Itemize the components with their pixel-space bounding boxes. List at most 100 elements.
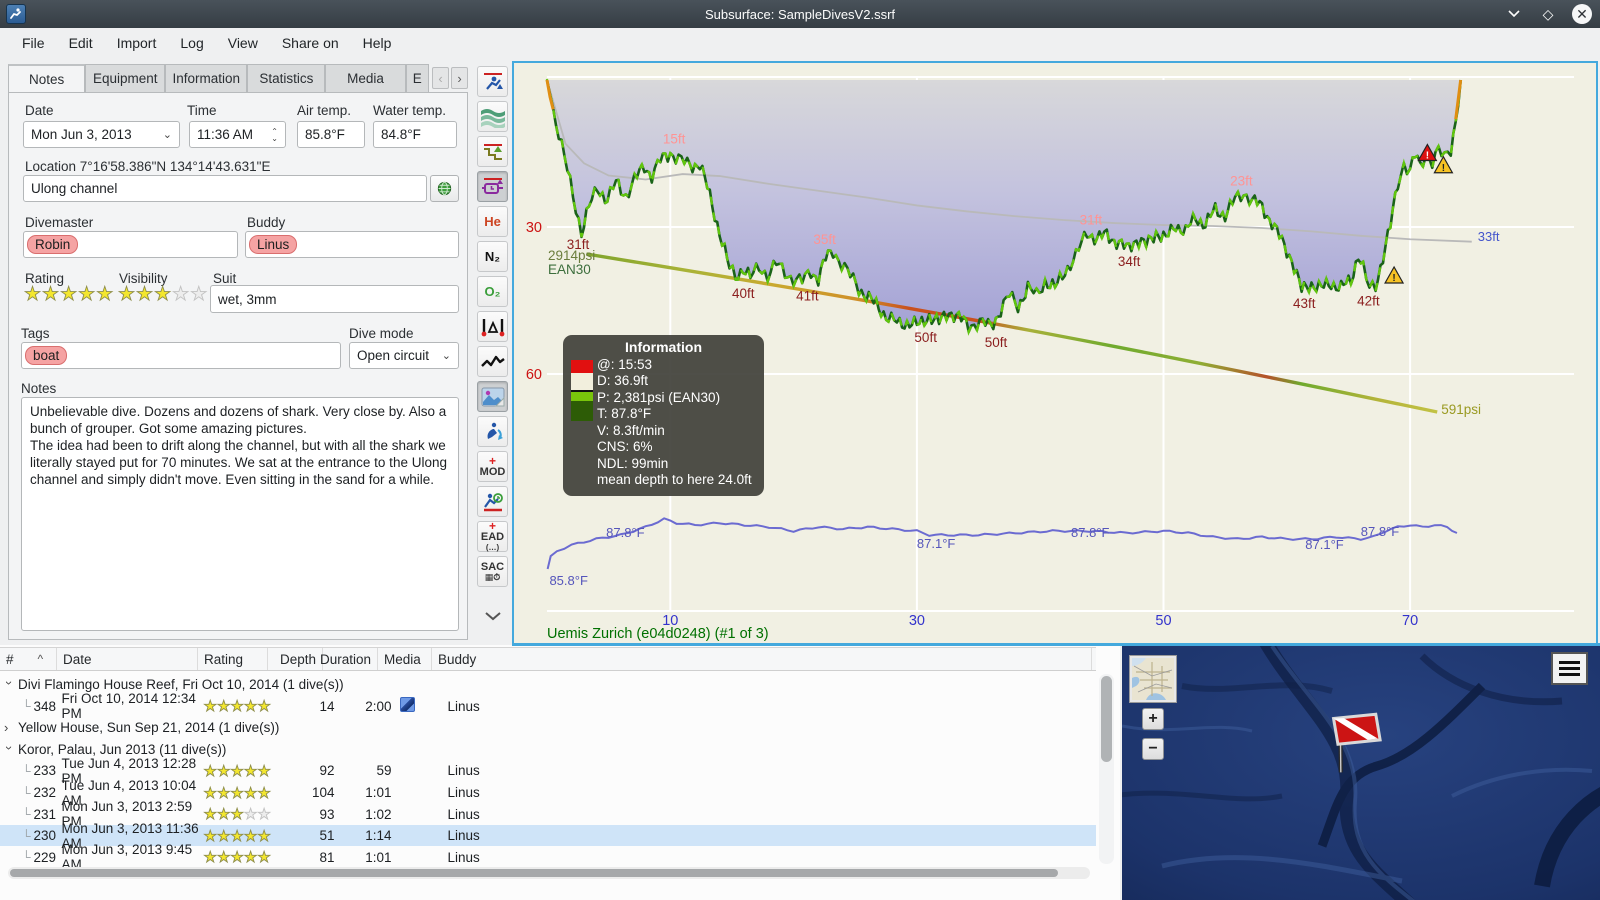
tag-chip[interactable]: boat: [25, 346, 68, 365]
toolbar-button-sac-rate[interactable]: SAC ▦⏱: [477, 556, 508, 587]
location-input[interactable]: Ulong channel: [23, 175, 427, 202]
dive-site-map[interactable]: + −: [1122, 646, 1600, 900]
expand-arrow-icon[interactable]: ›: [4, 720, 14, 735]
tab-information[interactable]: Information: [165, 64, 248, 92]
suit-input[interactable]: wet, 3mm: [210, 285, 459, 313]
infobox-row: P: 2,381psi (EAN30): [597, 389, 721, 405]
star-filled-icon: ★: [96, 284, 115, 306]
map-menu-button[interactable]: [1551, 652, 1588, 685]
column-header-buddy[interactable]: Buddy: [432, 648, 1092, 670]
notes-label: Notes: [21, 381, 57, 396]
sac-rate-icon: SAC ▦⏱: [480, 560, 505, 582]
menu-share-on[interactable]: Share on: [270, 31, 351, 55]
chevron-down-icon: [484, 612, 501, 621]
dive-row[interactable]: └ 348 Fri Oct 10, 2014 12:34 PM ★★★★★ 14 2:00…: [0, 691, 1096, 721]
subsurface-window: Subsurface: SampleDivesV2.ssrf ◇ ✕ File E…: [0, 0, 1600, 900]
time-label: Time: [187, 103, 217, 118]
column-header-num[interactable]: # ^: [0, 648, 57, 670]
column-header-rating[interactable]: Rating: [198, 648, 268, 670]
collapse-arrow-icon[interactable]: ›: [2, 681, 17, 691]
star-filled-icon: ★: [257, 762, 271, 780]
menu-edit[interactable]: Edit: [57, 31, 105, 55]
divemaster-chip[interactable]: Robin: [27, 235, 79, 254]
menu-log[interactable]: Log: [168, 31, 215, 55]
scrollbar-thumb[interactable]: [10, 869, 1058, 877]
map-zoom-in-button[interactable]: +: [1142, 708, 1164, 730]
menu-file[interactable]: File: [10, 31, 57, 55]
map-overview-thumbnail[interactable]: [1129, 655, 1177, 703]
divemaster-input[interactable]: Robin: [23, 231, 238, 258]
toolbar-button-heart-rate[interactable]: [477, 346, 508, 377]
star-empty-icon: ★: [190, 284, 209, 306]
tank-bar-icon: [481, 177, 503, 194]
menu-help[interactable]: Help: [351, 31, 404, 55]
column-header-media[interactable]: Media: [378, 648, 432, 670]
collapse-arrow-icon[interactable]: ›: [2, 746, 17, 756]
toolbar-button-oxygen-graph[interactable]: O₂: [477, 276, 508, 307]
toolbar-button-ascent-rate[interactable]: [477, 66, 508, 97]
maximize-button[interactable]: ◇: [1538, 4, 1558, 24]
toolbar-button-calculated-ceiling[interactable]: [477, 136, 508, 167]
dive-duration: 59: [376, 763, 392, 779]
rating-stars[interactable]: ★ ★ ★ ★ ★: [24, 283, 114, 306]
watertemp-field[interactable]: 84.8°F: [373, 121, 457, 148]
tab-scroll-left-button[interactable]: ‹: [432, 67, 450, 89]
location-globe-button[interactable]: [430, 175, 459, 202]
minimize-button[interactable]: [1504, 4, 1524, 24]
buddy-chip[interactable]: Linus: [249, 235, 298, 254]
toolbar-button-ruler[interactable]: [477, 311, 508, 342]
menu-import[interactable]: Import: [105, 31, 169, 55]
visibility-stars[interactable]: ★ ★ ★ ★ ★: [118, 283, 208, 306]
dive-number: 233: [33, 763, 57, 779]
airtemp-field[interactable]: 85.8°F: [297, 121, 365, 148]
column-header-date[interactable]: Date: [57, 648, 198, 670]
svg-text:591psi: 591psi: [1441, 402, 1481, 417]
tags-input[interactable]: boat: [21, 342, 341, 369]
dive-row[interactable]: └ 229 Mon Jun 3, 2013 9:45 AM ★★★★★ 81 1:01 Li…: [0, 842, 1096, 872]
svg-text:33ft: 33ft: [1478, 229, 1500, 244]
dive-list-vertical-scrollbar[interactable]: [1099, 674, 1114, 864]
toolbar-button-helium-graph[interactable]: He: [477, 206, 508, 237]
scrollbar-thumb[interactable]: [1101, 676, 1112, 762]
column-header-depth[interactable]: Depth: [268, 648, 323, 670]
profile-information-box: Information @: 15:53 D: 36.9ft P: 2,381psi…: [563, 335, 764, 496]
buddy-input[interactable]: Linus: [245, 231, 459, 258]
column-header-duration[interactable]: Duration: [320, 648, 378, 670]
toolbar-button-mod[interactable]: + MOD: [477, 451, 508, 482]
tab-scroll-right-button[interactable]: ›: [451, 67, 469, 89]
toolbar-button-gas-switch[interactable]: [477, 416, 508, 447]
spinner-arrows-icon[interactable]: ⌃ ⌄: [271, 127, 278, 142]
divemode-combobox[interactable]: Open circuit ⌄: [349, 342, 459, 369]
trip-row[interactable]: › Yellow House, Sun Sep 21, 2014 (1 dive(…: [0, 717, 1096, 738]
toolbar-button-waves[interactable]: [477, 101, 508, 132]
globe-icon: [437, 181, 452, 196]
tab-equipment[interactable]: Equipment: [85, 64, 166, 92]
toolbar-button-dc-ceiling[interactable]: [477, 486, 508, 517]
dive-list-horizontal-scrollbar[interactable]: [8, 867, 1090, 879]
toolbar-button-photos[interactable]: [477, 381, 508, 412]
map-canvas[interactable]: [1122, 646, 1600, 900]
tab-e[interactable]: E: [405, 64, 430, 92]
time-spinbox[interactable]: 11:36 AM ⌃ ⌄: [189, 121, 286, 148]
notes-textarea[interactable]: [21, 397, 459, 631]
svg-text:2914psi: 2914psi: [548, 248, 595, 263]
helium-graph-icon: He: [484, 213, 501, 229]
dive-duration: 1:01: [365, 785, 392, 800]
tab-notes[interactable]: Notes: [8, 64, 86, 92]
close-button[interactable]: ✕: [1572, 4, 1592, 24]
tab-media[interactable]: Media: [325, 64, 406, 92]
toolbar-button-tank-bar[interactable]: [477, 171, 508, 202]
map-zoom-out-button[interactable]: −: [1142, 738, 1164, 760]
svg-text:40ft: 40ft: [732, 286, 755, 301]
tab-statistics[interactable]: Statistics: [247, 64, 326, 92]
profile-toolbar: He N₂ O₂ + MOD + EAD (…) SAC ▦⏱: [472, 60, 512, 640]
menu-view[interactable]: View: [216, 31, 270, 55]
dive-depth: 93: [319, 806, 335, 822]
toolbar-button-ead[interactable]: + EAD (…): [477, 520, 508, 552]
toolbar-button-nitrogen-graph[interactable]: N₂: [477, 241, 508, 272]
date-combobox[interactable]: Mon Jun 3, 2013 ⌄: [23, 121, 180, 148]
star-filled-icon: ★: [203, 698, 217, 716]
media-thumbnail-icon[interactable]: [399, 697, 415, 713]
toolbar-scroll-down-button[interactable]: [477, 606, 508, 626]
buddy-label: Buddy: [247, 215, 286, 230]
